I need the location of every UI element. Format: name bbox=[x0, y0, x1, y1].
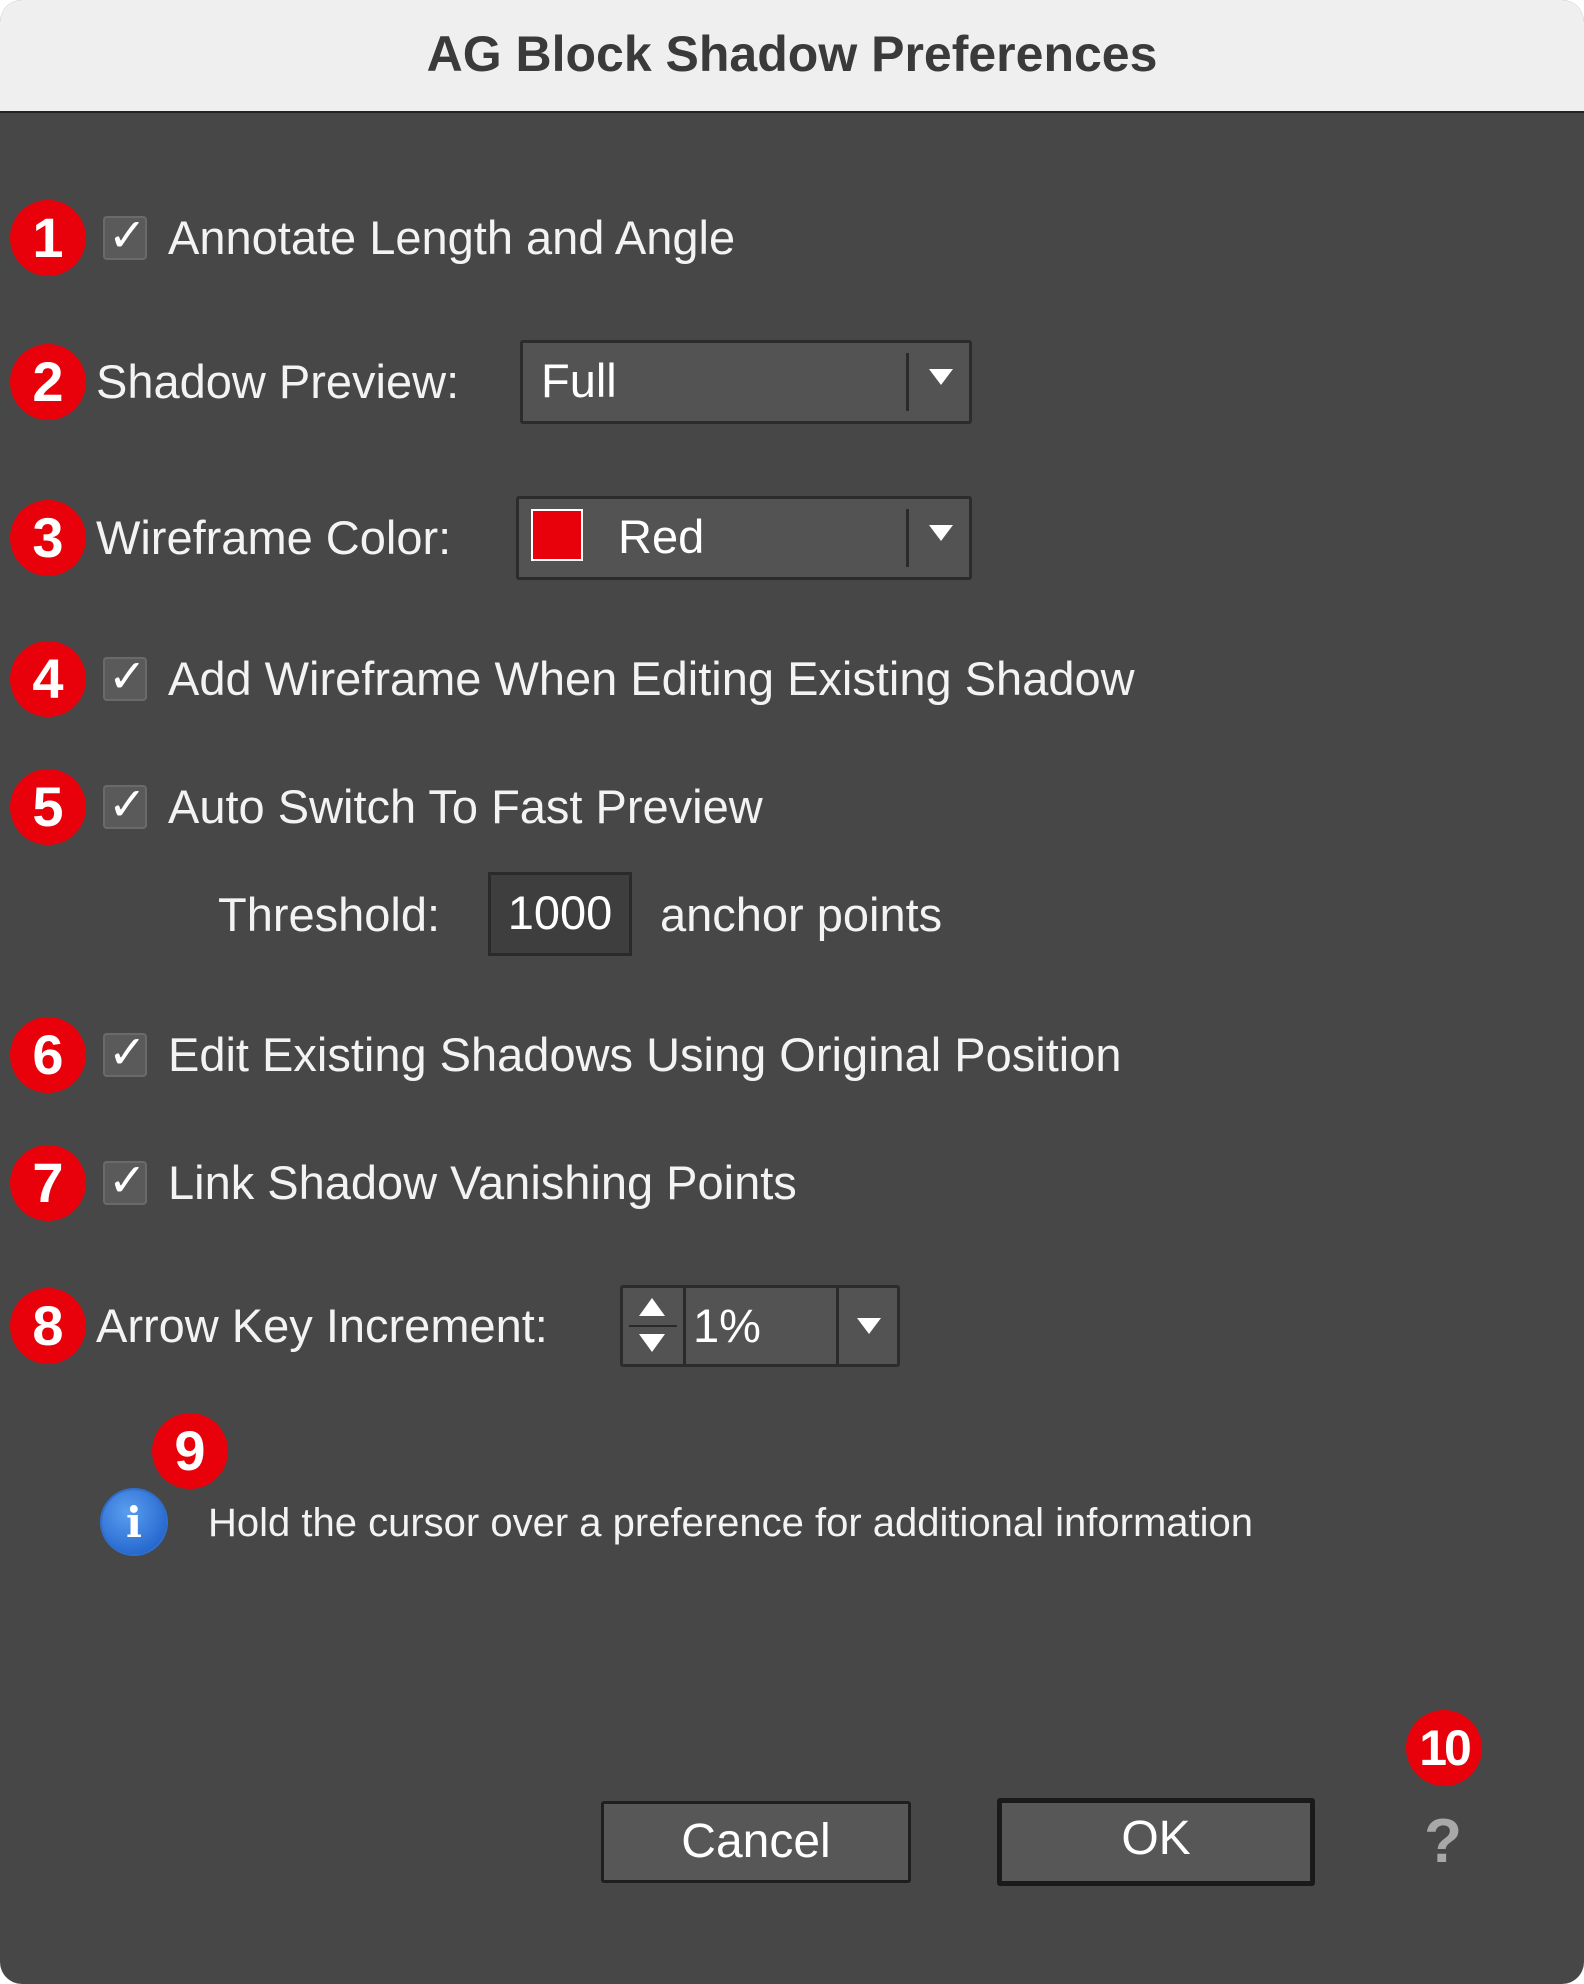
annotate-checkbox[interactable]: ✓ bbox=[103, 209, 147, 261]
checkmark-icon: ✓ bbox=[108, 1154, 147, 1206]
increment-down-icon[interactable] bbox=[639, 1334, 665, 1352]
add-wireframe-label: Add Wireframe When Editing Existing Shad… bbox=[168, 652, 1135, 705]
help-icon[interactable]: ? bbox=[1418, 1810, 1468, 1874]
arrow-key-increment-combo[interactable]: 1% bbox=[620, 1285, 900, 1367]
info-icon: i bbox=[102, 1490, 166, 1554]
wireframe-color-dropdown[interactable]: Red bbox=[516, 496, 972, 580]
callout-marker-1: 1 bbox=[10, 200, 86, 276]
auto-switch-checkbox[interactable]: ✓ bbox=[103, 778, 147, 830]
stepper-buttons[interactable] bbox=[623, 1288, 686, 1364]
wireframe-color-label: Wireframe Color: bbox=[96, 511, 452, 564]
arrow-key-label: Arrow Key Increment: bbox=[96, 1299, 548, 1352]
increment-up-icon[interactable] bbox=[639, 1298, 665, 1316]
shadow-preview-value: Full bbox=[541, 354, 617, 407]
stepper-divider bbox=[629, 1325, 677, 1327]
arrow-key-value: 1% bbox=[693, 1299, 761, 1352]
checkmark-icon: ✓ bbox=[108, 650, 147, 702]
callout-marker-7: 7 bbox=[10, 1145, 86, 1221]
wireframe-color-value: Red bbox=[618, 510, 705, 563]
cancel-button[interactable]: Cancel bbox=[601, 1801, 911, 1883]
link-vanishing-label: Link Shadow Vanishing Points bbox=[168, 1156, 797, 1209]
dropdown-divider bbox=[906, 509, 909, 567]
chevron-down-icon[interactable] bbox=[857, 1318, 881, 1334]
color-swatch bbox=[531, 509, 583, 561]
checkmark-icon: ✓ bbox=[108, 778, 147, 830]
checkmark-icon: ✓ bbox=[108, 209, 147, 261]
threshold-unit: anchor points bbox=[660, 888, 943, 941]
auto-switch-label: Auto Switch To Fast Preview bbox=[168, 780, 763, 833]
shadow-preview-dropdown[interactable]: Full bbox=[520, 340, 972, 424]
callout-marker-10: 10 bbox=[1406, 1710, 1482, 1786]
shadow-preview-label: Shadow Preview: bbox=[96, 355, 460, 408]
dropdown-divider bbox=[906, 353, 909, 411]
threshold-input[interactable]: 1000 bbox=[488, 872, 632, 956]
callout-marker-3: 3 bbox=[10, 500, 86, 576]
callout-marker-4: 4 bbox=[10, 641, 86, 717]
link-vanishing-checkbox[interactable]: ✓ bbox=[103, 1154, 147, 1206]
callout-marker-2: 2 bbox=[10, 344, 86, 420]
threshold-label: Threshold: bbox=[218, 888, 441, 941]
checkmark-icon: ✓ bbox=[108, 1026, 147, 1078]
chevron-down-icon bbox=[929, 369, 953, 385]
add-wireframe-checkbox[interactable]: ✓ bbox=[103, 650, 147, 702]
dropdown-divider bbox=[836, 1288, 839, 1364]
edit-existing-checkbox[interactable]: ✓ bbox=[103, 1026, 147, 1078]
chevron-down-icon bbox=[929, 525, 953, 541]
ok-button[interactable]: OK bbox=[997, 1798, 1315, 1886]
callout-marker-8: 8 bbox=[10, 1288, 86, 1364]
callout-marker-6: 6 bbox=[10, 1017, 86, 1093]
callout-marker-9: 9 bbox=[152, 1413, 228, 1489]
title-bar: AG Block Shadow Preferences bbox=[0, 0, 1584, 113]
preferences-dialog: AG Block Shadow Preferences 1 ✓ Annotate… bbox=[0, 0, 1584, 1984]
annotate-label: Annotate Length and Angle bbox=[168, 211, 736, 264]
info-hint-text: Hold the cursor over a preference for ad… bbox=[208, 1501, 1253, 1545]
window-title: AG Block Shadow Preferences bbox=[426, 26, 1158, 82]
callout-marker-5: 5 bbox=[10, 769, 86, 845]
edit-existing-label: Edit Existing Shadows Using Original Pos… bbox=[168, 1028, 1122, 1081]
